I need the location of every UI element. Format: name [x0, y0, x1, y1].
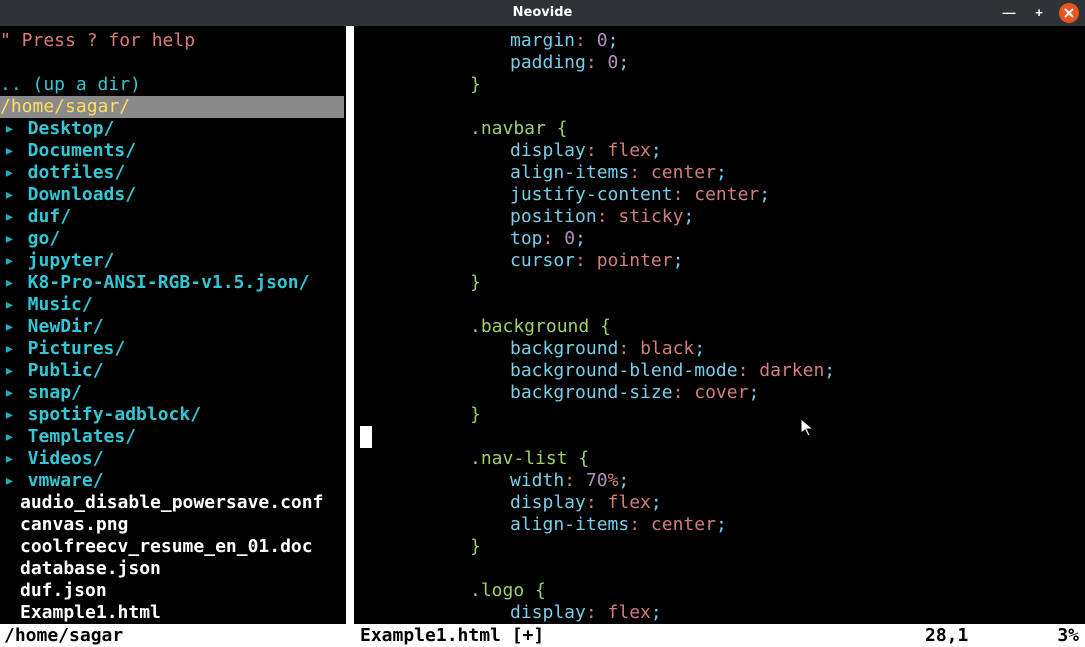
code-line: padding: 0; [390, 52, 1085, 74]
tree-dir[interactable]: ▸ Downloads/ [0, 184, 344, 206]
code-line: } [390, 404, 1085, 426]
code-line [390, 426, 1085, 448]
code-line: } [390, 272, 1085, 294]
tree-dir[interactable]: ▸ go/ [0, 228, 344, 250]
tree-dir[interactable]: ▸ duf/ [0, 206, 344, 228]
tree-file[interactable]: database.json [0, 558, 344, 580]
tree-dir[interactable]: ▸ Templates/ [0, 426, 344, 448]
tree-dir[interactable]: ▸ spotify-adblock/ [0, 404, 344, 426]
code-line: .logo { [390, 580, 1085, 602]
status-tree-path: /home/sagar [0, 625, 356, 647]
status-filename: Example1.html [+] [356, 625, 925, 647]
tree-file[interactable]: canvas.png [0, 514, 344, 536]
code-line [390, 96, 1085, 118]
close-button[interactable] [1059, 3, 1079, 23]
split-separator[interactable] [344, 26, 360, 624]
code-line: top: 0; [390, 228, 1085, 250]
tree-dir[interactable]: ▸ Documents/ [0, 140, 344, 162]
code-line: cursor: pointer; [390, 250, 1085, 272]
code-line: width: 70%; [390, 470, 1085, 492]
tree-current-path: /home/sagar/ [0, 96, 344, 118]
tree-dir[interactable]: ▸ vmware/ [0, 470, 344, 492]
window-title: Neovide [513, 2, 573, 24]
code-line: position: sticky; [390, 206, 1085, 228]
tree-dir[interactable]: ▸ Public/ [0, 360, 344, 382]
code-line: .nav-list { [390, 448, 1085, 470]
tree-file[interactable]: audio_disable_powersave.conf [0, 492, 344, 514]
code-line: .background { [390, 316, 1085, 338]
code-line [390, 558, 1085, 580]
tree-blank [0, 52, 344, 74]
tree-dir[interactable]: ▸ K8-Pro-ANSI-RGB-v1.5.json/ [0, 272, 344, 294]
tree-dir[interactable]: ▸ Pictures/ [0, 338, 344, 360]
code-line: display: flex; [390, 602, 1085, 624]
tree-file[interactable]: Example1.html [0, 602, 344, 624]
code-line: align-items: center; [390, 514, 1085, 536]
tree-help-line: " Press ? for help [0, 30, 344, 52]
window-controls: — + [999, 3, 1079, 23]
file-tree[interactable]: " Press ? for help .. (up a dir)/home/sag… [0, 26, 344, 624]
maximize-button[interactable]: + [1029, 3, 1049, 23]
tree-dir[interactable]: ▸ Music/ [0, 294, 344, 316]
code-line: background-blend-mode: darken; [390, 360, 1085, 382]
code-line: display: flex; [390, 140, 1085, 162]
code-line: display: flex; [390, 492, 1085, 514]
minimize-button[interactable]: — [999, 3, 1019, 23]
status-percent: 3% [1045, 625, 1085, 647]
code-line: align-items: center; [390, 162, 1085, 184]
tree-dir[interactable]: ▸ Videos/ [0, 448, 344, 470]
tree-dir[interactable]: ▸ Desktop/ [0, 118, 344, 140]
tree-dir[interactable]: ▸ jupyter/ [0, 250, 344, 272]
code-line [390, 294, 1085, 316]
status-bar: /home/sagar Example1.html [+] 28,1 3% [0, 624, 1085, 647]
tree-up-dir[interactable]: .. (up a dir) [0, 74, 344, 96]
tree-dir[interactable]: ▸ NewDir/ [0, 316, 344, 338]
code-line: justify-content: center; [390, 184, 1085, 206]
window-titlebar: Neovide — + [0, 0, 1085, 26]
tree-dir[interactable]: ▸ snap/ [0, 382, 344, 404]
code-line: margin: 0; [390, 30, 1085, 52]
tree-dir[interactable]: ▸ dotfiles/ [0, 162, 344, 184]
code-line: } [390, 536, 1085, 558]
code-line: .navbar { [390, 118, 1085, 140]
code-editor[interactable]: margin: 0;padding: 0;}.navbar {display: … [360, 26, 1085, 624]
editor-cursor [360, 426, 372, 448]
code-line: } [390, 74, 1085, 96]
code-line: background: black; [390, 338, 1085, 360]
tree-file[interactable]: duf.json [0, 580, 344, 602]
status-position: 28,1 [925, 625, 1045, 647]
main-content: " Press ? for help .. (up a dir)/home/sag… [0, 26, 1085, 624]
tree-file[interactable]: coolfreecv_resume_en_01.doc [0, 536, 344, 558]
code-line: background-size: cover; [390, 382, 1085, 404]
